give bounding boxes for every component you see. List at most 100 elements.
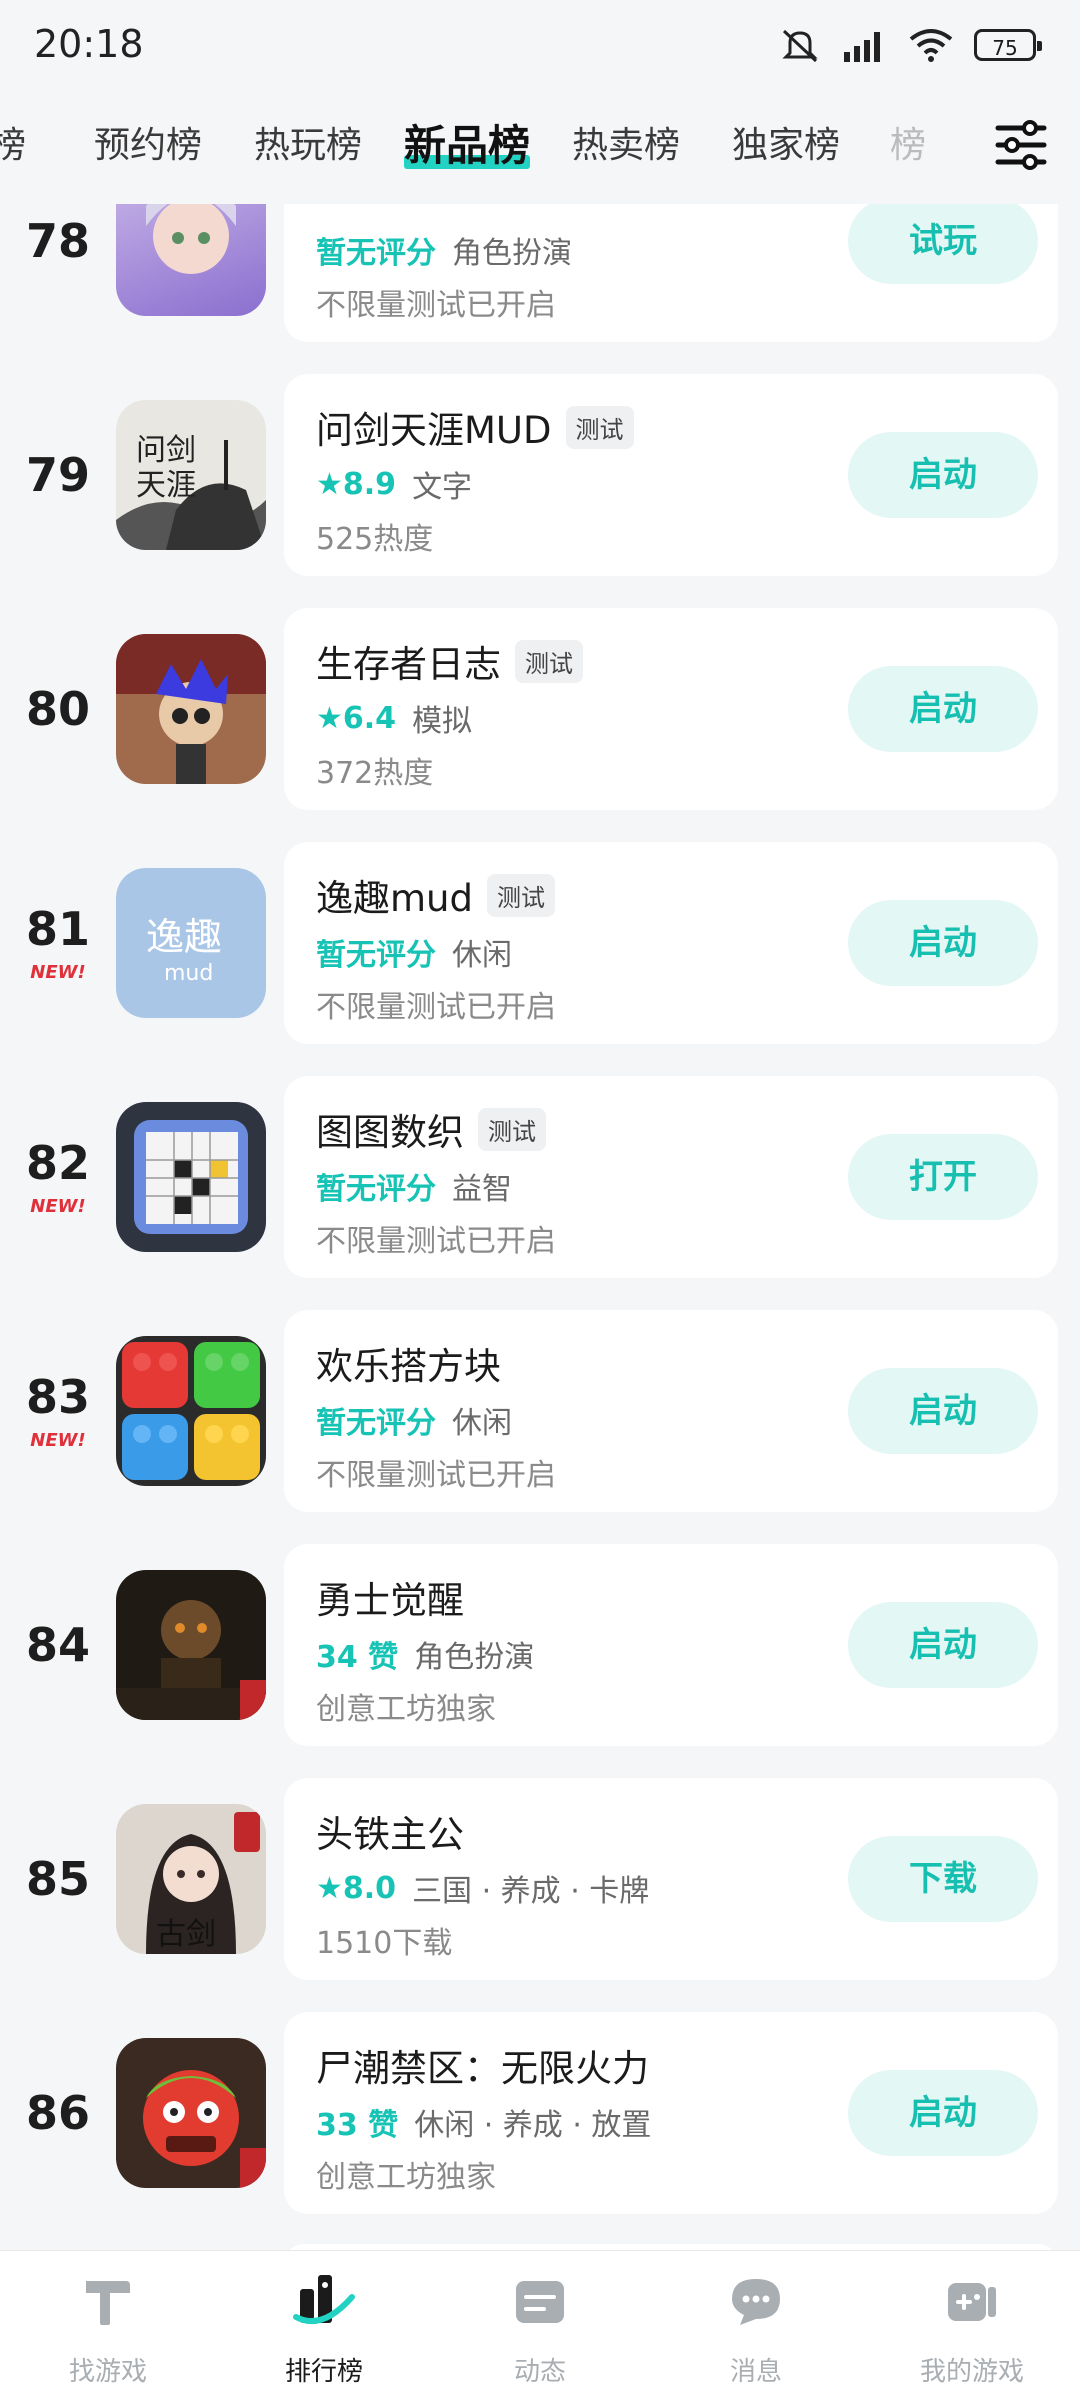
survivor-cartoon-icon[interactable] <box>116 634 266 784</box>
tab-hot-sale[interactable]: 热卖榜 <box>572 116 680 168</box>
rank-number: 85 <box>25 1852 90 1906</box>
sub-label: 不限量测试已开启 <box>316 990 556 1025</box>
nav-feed[interactable]: 动态 <box>432 2251 648 2402</box>
launch-button[interactable]: 启动 <box>848 1368 1038 1454</box>
tab-hot-play[interactable]: 热玩榜 <box>254 116 362 168</box>
score-label: 暂无评分 <box>316 938 436 973</box>
rating: ★8.9 <box>316 467 396 502</box>
trophy-chart-icon <box>293 2275 355 2324</box>
ancient-sword-girl-icon[interactable]: 古剑 <box>116 1804 266 1954</box>
game-card[interactable]: 欢乐搭方块 暂无评分 休闲 不限量测试已开启 启动 <box>284 1310 1058 1512</box>
list-item[interactable]: 86 尸潮禁区：无限火力 33 赞 休闲 · 养成 · 放置 创意工坊独家 启动 <box>0 2012 1080 2214</box>
title-line: 图图数织 测试 <box>316 1102 546 1156</box>
launch-button[interactable]: 启动 <box>848 432 1038 518</box>
rating: ★6.4 <box>316 701 396 736</box>
ranking-tabs: 榜 预约榜 热玩榜 新品榜 热卖榜 独家榜 榜 <box>0 92 1080 204</box>
zombie-face-icon[interactable] <box>116 2038 266 2188</box>
game-title: 图图数织 <box>316 1111 464 1154</box>
sub-label: 525热度 <box>316 522 434 557</box>
test-badge: 测试 <box>565 405 634 449</box>
tab-partial[interactable]: 榜 <box>0 116 26 168</box>
sub-label: 不限量测试已开启 <box>316 1224 556 1259</box>
game-card[interactable]: 问剑天涯MUD 测试 ★8.9 文字 525热度 启动 <box>284 374 1058 576</box>
score-label: 暂无评分 <box>316 1172 436 1207</box>
game-meta: ★8.0 三国 · 养成 · 卡牌 <box>316 1866 649 1910</box>
game-card[interactable]: 暂无评分 角色扮演 不限量测试已开启 试玩 <box>284 204 1058 342</box>
game-title: 生存者日志 <box>316 643 501 686</box>
category-label: 益智 <box>452 1172 512 1207</box>
launch-button[interactable]: 启动 <box>848 900 1038 986</box>
game-card[interactable]: 图图数织 测试 暂无评分 益智 不限量测试已开启 打开 <box>284 1076 1058 1278</box>
category-label: 模拟 <box>412 704 473 739</box>
launch-button[interactable]: 启动 <box>848 1602 1038 1688</box>
svg-text:mud: mud <box>164 961 213 986</box>
tab-exclusive[interactable]: 独家榜 <box>732 116 840 168</box>
list-item[interactable]: 83 NEW! 欢乐搭方块 暂无评分 休闲 不限量测试已开启 启动 <box>0 1310 1080 1512</box>
list-item[interactable]: 78 暂无评分 角色扮演 不限量测试已开启 试玩 <box>0 204 1080 342</box>
game-card[interactable]: 头铁主公 ★8.0 三国 · 养成 · 卡牌 1510下载 下载 <box>284 1778 1058 1980</box>
dark-warrior-icon[interactable] <box>116 1570 266 1720</box>
anime-girl-icon[interactable] <box>116 204 266 316</box>
download-button[interactable]: 下载 <box>848 1836 1038 1922</box>
test-badge: 测试 <box>515 639 583 683</box>
star-icon: ★ <box>316 466 343 502</box>
star-icon: ★ <box>316 1870 343 1906</box>
launch-button[interactable]: 启动 <box>848 2070 1038 2156</box>
battery-indicator: 75 <box>974 29 1042 61</box>
list-item[interactable]: 80 生存者日志 测试 ★6.4 模拟 372热度 启动 <box>0 608 1080 810</box>
nav-rankings[interactable]: 排行榜 <box>216 2251 432 2402</box>
svg-text:古剑: 古剑 <box>156 1917 216 1952</box>
tab-more[interactable]: 榜 <box>890 116 926 168</box>
rating: ★8.0 <box>316 1871 396 1906</box>
mute-icon <box>782 29 818 63</box>
open-button[interactable]: 打开 <box>848 1134 1038 1220</box>
nav-label: 动态 <box>513 2357 566 2387</box>
game-card[interactable]: 尸潮禁区：无限火力 33 赞 休闲 · 养成 · 放置 创意工坊独家 启动 <box>284 2012 1058 2214</box>
status-icons: 75 <box>778 22 1042 68</box>
sub-label: 不限量测试已开启 <box>316 1458 556 1493</box>
game-card[interactable]: 勇士觉醒 34 赞 角色扮演 创意工坊独家 启动 <box>284 1544 1058 1746</box>
nav-find-games[interactable]: 找游戏 <box>0 2251 216 2402</box>
nav-label: 排行榜 <box>284 2357 363 2387</box>
nonogram-grid-icon[interactable] <box>116 1102 266 1252</box>
score-label: 暂无评分 <box>316 1406 436 1441</box>
ink-swordsman-icon[interactable]: 问剑 天涯 <box>116 400 266 550</box>
tab-new-release[interactable]: 新品榜 <box>404 112 531 173</box>
tab-reservation[interactable]: 预约榜 <box>94 116 202 168</box>
list-item[interactable]: 82 NEW! 图图数织 测试 暂无评分 益智 不限量测试已开启 打开 <box>0 1076 1080 1278</box>
launch-button[interactable]: 启动 <box>848 666 1038 752</box>
nav-messages[interactable]: 消息 <box>648 2251 864 2402</box>
feed-card-icon <box>516 2281 564 2323</box>
list-item[interactable]: 85 古剑 头铁主公 ★8.0 三国 · 养成 · 卡牌 1510下载 下载 <box>0 1778 1080 1980</box>
gamepad-icon <box>948 2283 996 2321</box>
lego-blocks-icon[interactable] <box>116 1336 266 1486</box>
game-card[interactable]: 逸趣mud 测试 暂无评分 休闲 不限量测试已开启 启动 <box>284 842 1058 1044</box>
list-item[interactable]: 81 NEW! 逸趣 mud 逸趣mud 测试 暂无评分 休闲 不限量测试已开启 … <box>0 842 1080 1044</box>
category-label: 休闲 <box>452 1406 512 1441</box>
game-meta: ★6.4 模拟 <box>316 696 472 740</box>
category-label: 角色扮演 <box>452 236 572 271</box>
yiqu-logo-icon[interactable]: 逸趣 mud <box>116 868 266 1018</box>
try-button[interactable]: 试玩 <box>848 204 1038 284</box>
game-ranking-list[interactable]: 78 暂无评分 角色扮演 不限量测试已开启 试玩 79 问剑 天涯 问剑天涯MUD… <box>0 204 1080 2250</box>
new-badge: NEW! <box>30 1430 86 1451</box>
nav-my-games[interactable]: 我的游戏 <box>864 2251 1080 2402</box>
bottom-navigation: 找游戏 排行榜 动态 消息 我的游戏 <box>0 2250 1080 2402</box>
status-bar: 20:18 75 <box>0 0 1080 90</box>
signal-icon <box>844 32 880 62</box>
sub-label: 1510下载 <box>316 1926 453 1961</box>
new-badge: NEW! <box>30 962 86 983</box>
category-label: 角色扮演 <box>414 1640 535 1675</box>
game-meta: 暂无评分 休闲 <box>316 930 512 974</box>
filter-settings-icon[interactable] <box>992 116 1050 174</box>
svg-text:问剑: 问剑 <box>136 433 196 468</box>
game-card[interactable]: 生存者日志 测试 ★6.4 模拟 372热度 启动 <box>284 608 1058 810</box>
list-item[interactable]: 79 问剑 天涯 问剑天涯MUD 测试 ★8.9 文字 525热度 启动 <box>0 374 1080 576</box>
test-badge: 测试 <box>478 1107 546 1151</box>
sub-label: 不限量测试已开启 <box>316 288 556 323</box>
list-item[interactable]: 84 勇士觉醒 34 赞 角色扮演 创意工坊独家 启动 <box>0 1544 1080 1746</box>
title-line: 欢乐搭方块 <box>316 1336 501 1390</box>
game-title: 逸趣mud <box>316 877 473 920</box>
game-title: 尸潮禁区：无限火力 <box>316 2047 649 2090</box>
category-label: 休闲 <box>452 938 512 973</box>
